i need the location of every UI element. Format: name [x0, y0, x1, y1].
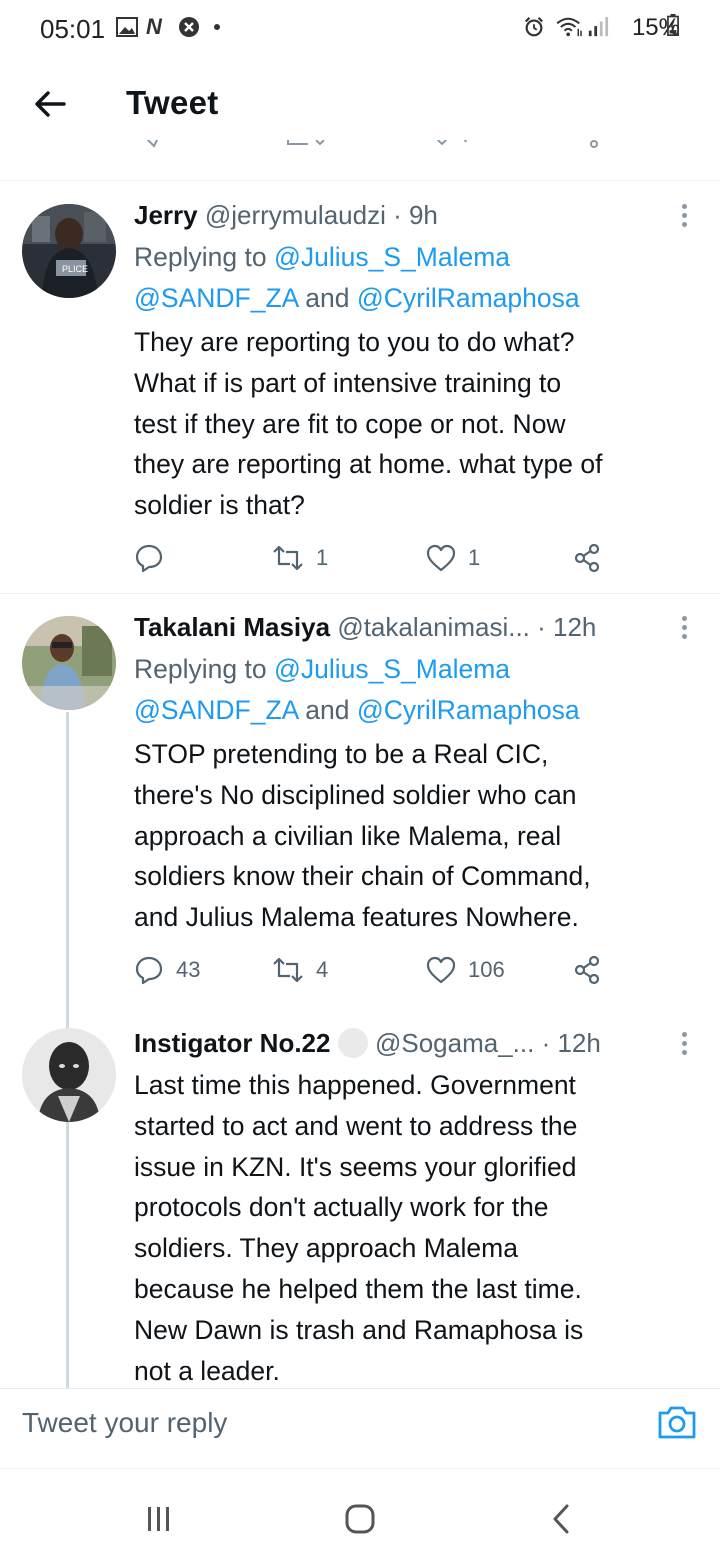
- author-name[interactable]: Takalani Masiya: [134, 612, 330, 642]
- tweet-jerry[interactable]: PLICE Jerry @jerrymulaudzi · 9h Replying…: [0, 180, 720, 593]
- arrow-left-icon[interactable]: [30, 84, 70, 124]
- like-button[interactable]: 1: [426, 540, 480, 576]
- tweet-meta: Instigator No.22 @Sogama_... · 12h: [134, 1028, 601, 1059]
- tweet-text: They are reporting to you to do what? Wh…: [134, 327, 603, 521]
- reply-button[interactable]: [134, 540, 176, 576]
- avatar[interactable]: [22, 1028, 116, 1122]
- share-icon: [574, 543, 600, 573]
- more-vertical-icon[interactable]: [680, 616, 688, 642]
- retweet-icon: [287, 140, 325, 146]
- tweet-meta: Takalani Masiya @takalanimasi... · 12h: [134, 612, 596, 643]
- like-count: 106: [468, 957, 505, 982]
- avatar-image: [22, 616, 116, 710]
- comment-icon: [135, 956, 163, 985]
- like-count: 1: [468, 545, 481, 570]
- author-name[interactable]: Instigator No.22: [134, 1028, 330, 1058]
- author-name[interactable]: Jerry: [134, 200, 198, 230]
- recent-apps-icon[interactable]: [146, 1505, 172, 1533]
- share-button[interactable]: [572, 952, 614, 988]
- status-time: 05:01: [40, 14, 106, 44]
- app-header: Tweet: [0, 58, 720, 152]
- mention-link[interactable]: @CyrilRamaphosa: [357, 695, 580, 725]
- tweet-time: · 9h: [393, 200, 438, 230]
- tweet-meta: Jerry @jerrymulaudzi · 9h: [134, 200, 438, 231]
- avatar[interactable]: PLICE: [22, 204, 116, 298]
- previous-tweet-actions-partial: [0, 140, 720, 181]
- wifi-icon: [556, 17, 582, 37]
- emoji-icon: [337, 1028, 368, 1059]
- home-icon[interactable]: [344, 1503, 376, 1535]
- more-vertical-icon[interactable]: [680, 204, 688, 230]
- avatar[interactable]: [22, 616, 116, 710]
- retweet-button[interactable]: 1: [272, 540, 328, 576]
- signal-icon: [588, 16, 609, 37]
- n-icon: N: [146, 14, 162, 39]
- replying-to: Replying to @Julius_S_Malema @SANDF_ZA a…: [134, 649, 580, 731]
- tweet-time: · 12h: [537, 612, 597, 642]
- share-icon: [590, 140, 598, 148]
- reply-input[interactable]: Tweet your reply: [22, 1407, 227, 1439]
- tweet-instigator[interactable]: Instigator No.22 @Sogama_... · 12h Last …: [0, 1016, 720, 1388]
- retweet-button[interactable]: 4: [272, 952, 328, 988]
- alarm-icon: [524, 17, 544, 37]
- mention-link[interactable]: @SANDF_ZA: [134, 283, 298, 313]
- share-icon: [574, 955, 600, 985]
- heart-icon: [426, 544, 456, 572]
- mention-link[interactable]: @Julius_S_Malema: [274, 654, 510, 684]
- tweet-takalani[interactable]: Takalani Masiya @takalanimasi... · 12h R…: [0, 594, 720, 1014]
- heart-icon: [436, 140, 467, 146]
- battery-icon: [667, 14, 679, 36]
- author-handle[interactable]: @Sogama_...: [375, 1028, 534, 1058]
- reply-count: 43: [176, 957, 201, 982]
- reply-composer[interactable]: Tweet your reply: [0, 1388, 720, 1467]
- avatar-image: PLICE: [22, 204, 116, 298]
- dot-icon: [214, 24, 220, 30]
- replying-and: and: [297, 695, 357, 725]
- gallery-icon: [116, 17, 138, 37]
- heart-icon: [426, 956, 456, 984]
- comment-icon: [135, 544, 163, 573]
- replying-prefix: Replying to: [134, 654, 274, 684]
- tweet-text: STOP pretending to be a Real CIC, there'…: [134, 739, 591, 933]
- tweet-actions: 43 4 106: [134, 952, 614, 988]
- share-button[interactable]: [572, 540, 614, 576]
- tweet-actions: 1 1: [134, 540, 614, 576]
- tweet-text: Last time this happened. Government star…: [134, 1070, 584, 1386]
- mention-link[interactable]: @SANDF_ZA: [134, 695, 298, 725]
- tweet-time: · 12h: [541, 1028, 601, 1058]
- author-handle[interactable]: @jerrymulaudzi: [205, 200, 386, 230]
- system-nav-bar: [0, 1468, 720, 1561]
- camera-icon[interactable]: [656, 1401, 698, 1443]
- more-vertical-icon[interactable]: [680, 1032, 688, 1058]
- retweet-icon: [273, 957, 303, 983]
- reply-button[interactable]: 43: [134, 952, 200, 988]
- svg-text:PLICE: PLICE: [62, 264, 88, 274]
- comment-icon: [146, 140, 159, 148]
- avatar-image: [22, 1028, 116, 1122]
- replying-prefix: Replying to: [134, 242, 274, 272]
- retweet-icon: [273, 545, 303, 571]
- retweet-count: 1: [316, 545, 329, 570]
- replying-to: Replying to @Julius_S_Malema @SANDF_ZA a…: [134, 237, 580, 319]
- retweet-count: 4: [316, 957, 329, 982]
- like-button[interactable]: 106: [426, 952, 505, 988]
- status-bar: 05:01 N 15%: [0, 0, 720, 58]
- page-title: Tweet: [126, 84, 219, 121]
- replying-and: and: [297, 283, 357, 313]
- mention-link[interactable]: @CyrilRamaphosa: [357, 283, 580, 313]
- blocked-notification-icon: [179, 17, 199, 37]
- author-handle[interactable]: @takalanimasi...: [337, 612, 530, 642]
- back-nav-icon[interactable]: [550, 1503, 572, 1535]
- mention-link[interactable]: @Julius_S_Malema: [274, 242, 510, 272]
